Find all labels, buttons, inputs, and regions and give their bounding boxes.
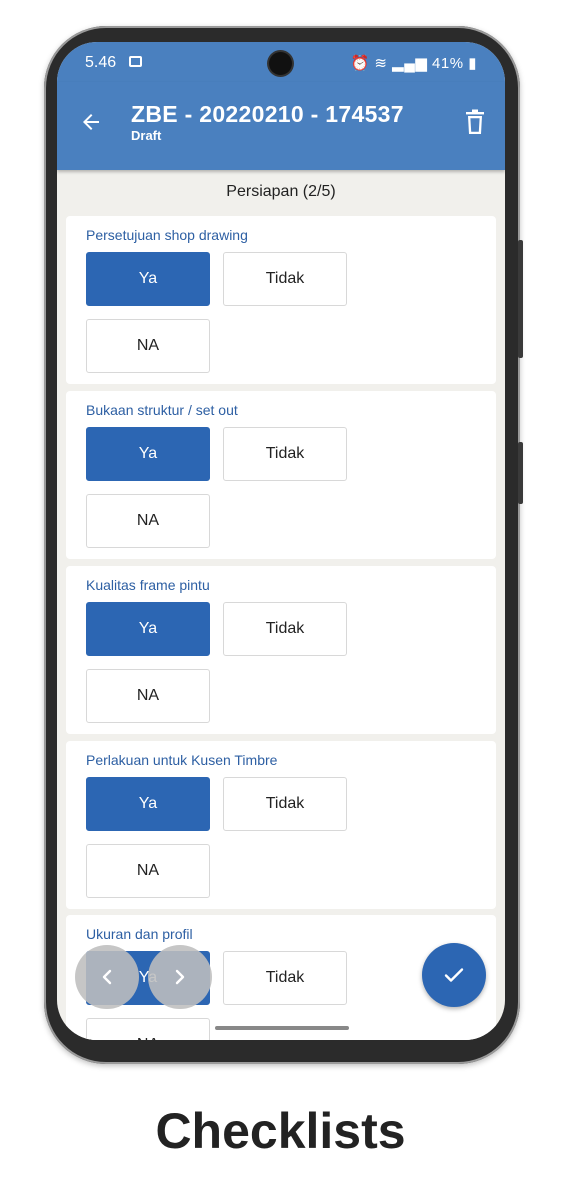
option-na-button[interactable]: NA	[86, 1018, 210, 1040]
previous-button[interactable]	[75, 945, 139, 1009]
option-na-button[interactable]: NA	[86, 494, 210, 548]
checklist-question: Ukuran dan profil	[86, 926, 193, 942]
checklist-question: Persetujuan shop drawing	[86, 227, 248, 243]
check-icon	[444, 968, 464, 982]
option-ya-button[interactable]: Ya	[86, 252, 210, 306]
option-ya-button[interactable]: Ya	[86, 427, 210, 481]
next-button[interactable]	[148, 945, 212, 1009]
option-na-button[interactable]: NA	[86, 844, 210, 898]
chevron-right-icon	[175, 969, 185, 985]
option-na-button[interactable]: NA	[86, 319, 210, 373]
status-time: 5.46	[85, 54, 117, 71]
page-title: ZBE - 20220210 - 174537	[131, 101, 404, 127]
option-ya-button[interactable]: Ya	[86, 602, 210, 656]
battery-icon: ▮	[468, 55, 477, 72]
power-button	[518, 442, 523, 504]
wifi-icon: ≋	[374, 55, 388, 72]
status-bar: 5.46 ⏰ ≋ ▂▄▆ 41% ▮	[57, 42, 505, 82]
option-tidak-button[interactable]: Tidak	[223, 602, 347, 656]
option-na-button[interactable]: NA	[86, 669, 210, 723]
checklist-question: Perlakuan untuk Kusen Timbre	[86, 752, 278, 768]
alarm-icon: ⏰	[350, 55, 370, 72]
caption: Checklists	[155, 1103, 406, 1159]
signal-icon: ▂▄▆	[392, 55, 428, 72]
screen: 5.46 ⏰ ≋ ▂▄▆ 41% ▮ ZBE - 20220210 - 1745…	[57, 42, 505, 1040]
chevron-left-icon	[102, 969, 112, 985]
option-ya-button[interactable]: Ya	[86, 777, 210, 831]
option-tidak-button[interactable]: Tidak	[223, 777, 347, 831]
gallery-icon	[129, 56, 142, 67]
volume-button	[518, 240, 523, 358]
checklist-card: Persetujuan shop drawing Ya Tidak NA	[66, 216, 496, 384]
battery-level: 41%	[432, 55, 464, 72]
submit-button[interactable]	[422, 943, 486, 1007]
checklist-card: Perlakuan untuk Kusen Timbre Ya Tidak NA	[66, 741, 496, 909]
option-tidak-button[interactable]: Tidak	[223, 252, 347, 306]
checklist-card: Kualitas frame pintu Ya Tidak NA	[66, 566, 496, 734]
checklist-question: Bukaan struktur / set out	[86, 402, 238, 418]
checklist-card: Bukaan struktur / set out Ya Tidak NA	[66, 391, 496, 559]
home-indicator[interactable]	[215, 1026, 349, 1030]
status-icons: ⏰ ≋ ▂▄▆ 41% ▮	[351, 54, 477, 72]
option-tidak-button[interactable]: Tidak	[223, 951, 347, 1005]
page-subtitle: Draft	[131, 128, 162, 143]
front-camera	[269, 52, 292, 75]
app-bar: ZBE - 20220210 - 174537 Draft	[57, 82, 505, 170]
checklist-question: Kualitas frame pintu	[86, 577, 210, 593]
arrow-left-icon[interactable]	[79, 110, 103, 134]
option-tidak-button[interactable]: Tidak	[223, 427, 347, 481]
section-title: Persiapan (2/5)	[226, 183, 336, 200]
trash-icon[interactable]	[463, 109, 487, 135]
